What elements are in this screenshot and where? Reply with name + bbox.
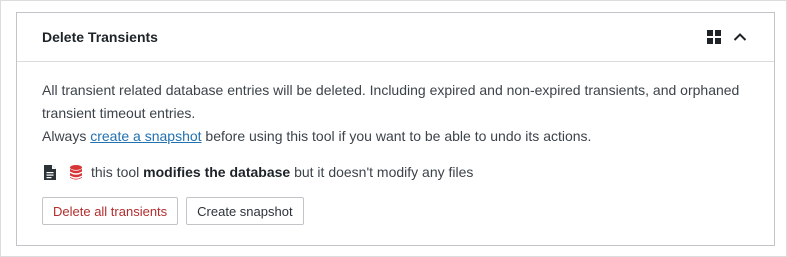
impact-notice: this tool modifies the database but it d…	[42, 162, 752, 182]
file-icon	[42, 164, 58, 180]
impact-prefix: this tool	[91, 164, 144, 180]
impact-suffix: but it doesn't modify any files	[290, 164, 474, 180]
description-suffix: before using this tool if you want to be…	[201, 128, 592, 144]
delete-all-transients-button[interactable]: Delete all transients	[42, 197, 179, 225]
panel-body: All transient related database entries w…	[42, 79, 752, 225]
description-line1: All transient related database entries w…	[42, 82, 740, 121]
tool-description: All transient related database entries w…	[42, 79, 752, 148]
header-actions	[706, 29, 748, 45]
panel-title: Delete Transients	[42, 29, 158, 45]
create-snapshot-button[interactable]: Create snapshot	[186, 197, 304, 225]
tool-card-container: Delete Transients All transient related …	[0, 0, 787, 257]
description-prefix: Always	[42, 128, 91, 144]
create-snapshot-link[interactable]: create a snapshot	[90, 128, 201, 144]
impact-bold: modifies the database	[143, 164, 291, 180]
panel-header: Delete Transients	[17, 13, 774, 62]
chevron-up-icon[interactable]	[732, 29, 748, 45]
action-buttons: Delete all transients Create snapshot	[42, 197, 752, 225]
delete-transients-panel: Delete Transients All transient related …	[16, 12, 775, 246]
grid-icon[interactable]	[706, 29, 722, 45]
database-icon	[68, 164, 84, 180]
